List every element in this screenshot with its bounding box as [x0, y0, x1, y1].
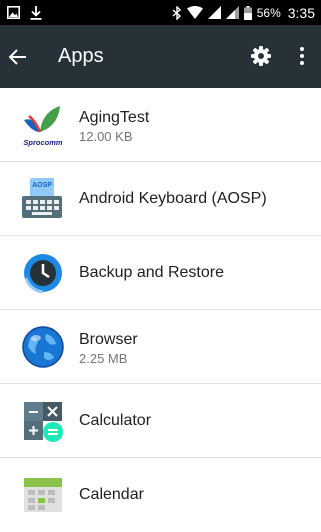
app-list: Sprocomm AgingTest 12.00 KB AOSP Android…: [0, 88, 321, 532]
bluetooth-icon: [172, 5, 182, 20]
settings-button[interactable]: [249, 44, 273, 68]
sprocomm-logo-icon: Sprocomm: [20, 102, 66, 148]
app-size: 2.25 MB: [79, 351, 128, 366]
keyboard-icon-label: AOSP: [32, 182, 52, 189]
app-list-item[interactable]: Sprocomm AgingTest 12.00 KB: [0, 88, 321, 162]
arrow-left-icon: [9, 48, 26, 65]
app-list-item[interactable]: Calendar: [0, 458, 321, 532]
globe-icon: [20, 324, 66, 370]
battery-icon: [243, 5, 252, 20]
logo-text: Sprocomm: [23, 138, 63, 147]
signal-icon: [225, 6, 239, 19]
wifi-icon: [186, 6, 203, 19]
app-name: Browser: [79, 331, 138, 348]
gear-icon: [251, 46, 271, 66]
calculator-icon: [20, 398, 66, 444]
app-size: 12.00 KB: [79, 129, 133, 144]
signal-icon: [207, 6, 221, 19]
back-button[interactable]: [0, 25, 46, 88]
app-list-item[interactable]: Calculator: [0, 384, 321, 458]
app-name: Calendar: [79, 486, 144, 503]
app-name: AgingTest: [79, 109, 150, 126]
app-name: Backup and Restore: [79, 264, 224, 281]
app-bar: Apps: [0, 25, 321, 88]
keyboard-icon: AOSP: [20, 176, 66, 222]
battery-percent: 56%: [256, 5, 281, 20]
more-vert-icon: [300, 47, 304, 65]
app-name: Android Keyboard (AOSP): [79, 190, 267, 207]
clock: 3:35: [287, 4, 315, 21]
app-name: Calculator: [79, 412, 152, 429]
app-list-item[interactable]: Backup and Restore: [0, 236, 321, 310]
backup-restore-icon: [20, 250, 66, 296]
overflow-menu-button[interactable]: [296, 43, 308, 69]
app-list-item[interactable]: Browser 2.25 MB: [0, 310, 321, 384]
image-notification-icon: [7, 6, 20, 19]
calendar-icon: [20, 472, 66, 518]
status-bar: 56% 3:35: [0, 0, 321, 25]
download-icon: [30, 5, 42, 20]
page-title: Apps: [58, 45, 104, 67]
app-list-item[interactable]: AOSP Android Keyboard (AOSP): [0, 162, 321, 236]
